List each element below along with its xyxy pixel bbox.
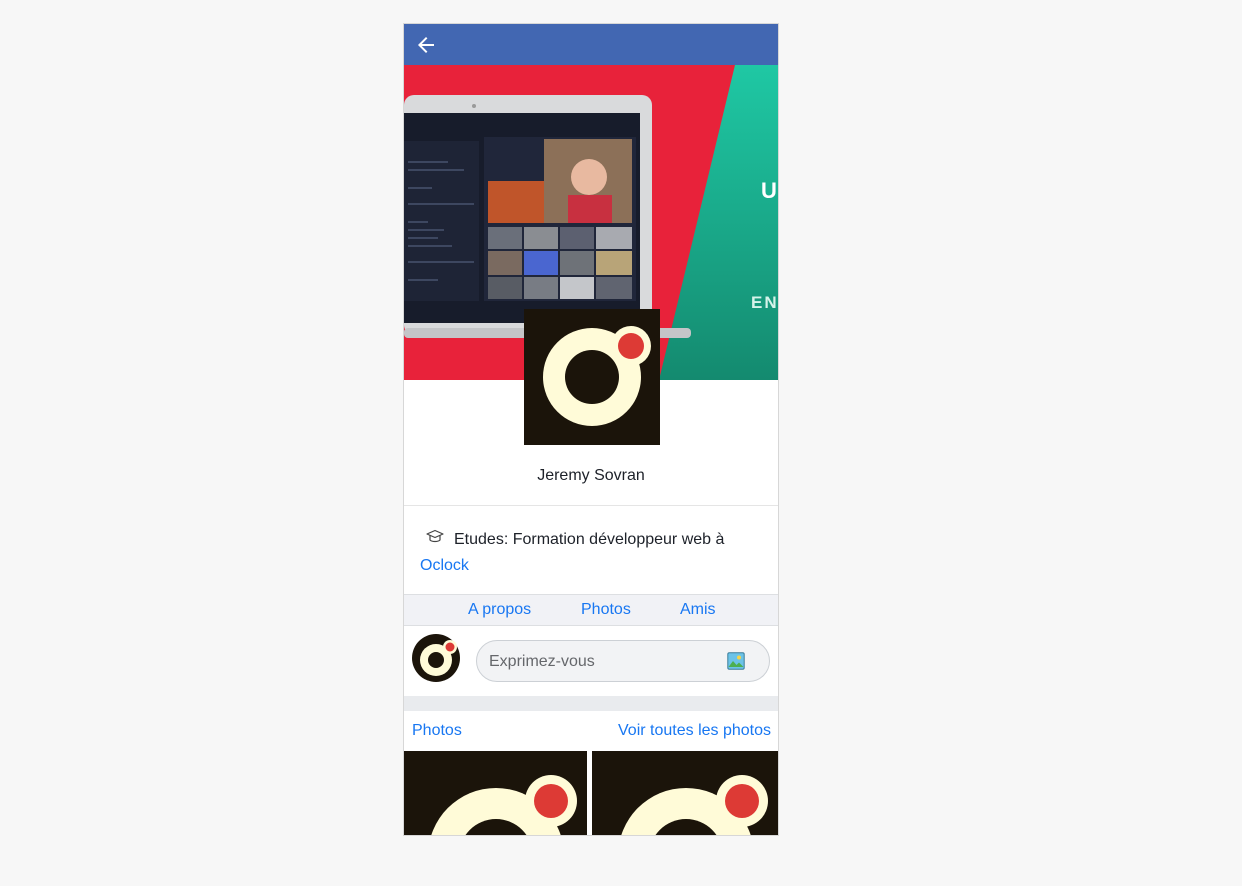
tab-about[interactable]: A propos <box>468 601 531 619</box>
profile-picture[interactable] <box>524 309 660 445</box>
oclock-logo <box>412 634 460 682</box>
graduation-cap-icon <box>426 529 444 543</box>
profile-tabs: A propos Photos Amis <box>404 594 778 626</box>
studies-text: Etudes: Formation développeur web à <box>454 531 725 548</box>
cover-text-en: EN <box>751 293 778 312</box>
oclock-logo <box>543 326 651 426</box>
oclock-logo <box>431 775 577 835</box>
tab-friends[interactable]: Amis <box>680 601 716 619</box>
divider <box>404 505 778 506</box>
status-placeholder: Exprimez-vous <box>489 653 595 670</box>
section-separator <box>404 696 778 711</box>
school-link[interactable]: Oclock <box>420 557 469 574</box>
photo-thumbnail[interactable] <box>404 751 587 835</box>
photo-icon[interactable] <box>727 652 745 670</box>
photo-thumbnail[interactable] <box>592 751 778 835</box>
avatar[interactable] <box>412 634 460 682</box>
profile-screen: U EN Jeremy Sovran Etudes: Formation dév… <box>403 23 779 836</box>
tab-photos[interactable]: Photos <box>581 601 631 619</box>
see-all-photos-link[interactable]: Voir toutes les photos <box>618 722 771 740</box>
top-bar <box>404 24 778 65</box>
photos-section-title[interactable]: Photos <box>412 722 462 740</box>
oclock-logo <box>621 775 768 835</box>
studies-info: Etudes: Formation développeur web à Oclo… <box>420 527 760 579</box>
cover-text-u: U <box>761 178 777 203</box>
arrow-left-icon[interactable] <box>414 33 438 57</box>
status-input[interactable]: Exprimez-vous <box>476 640 770 682</box>
profile-name: Jeremy Sovran <box>537 467 645 484</box>
